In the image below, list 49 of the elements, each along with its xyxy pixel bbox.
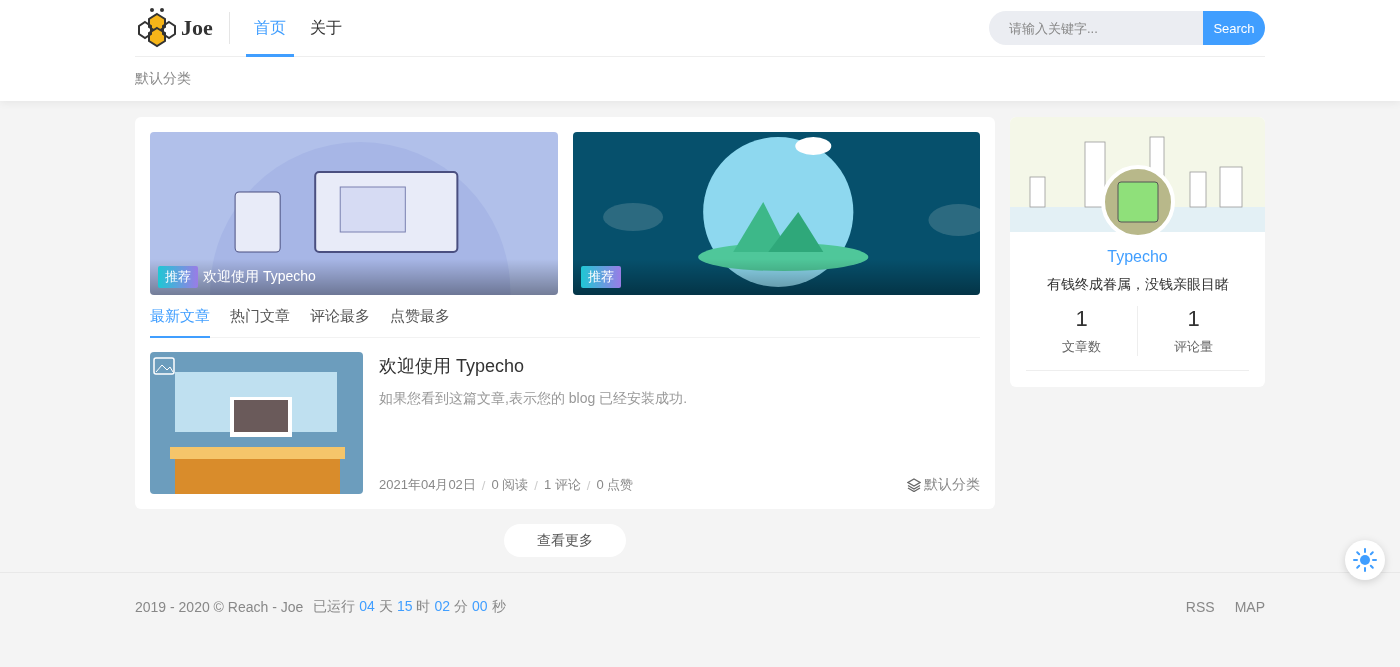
runtime-unit: 时 xyxy=(416,598,431,616)
article-meta: 2021年04月02日 xyxy=(379,476,476,494)
runtime-value: 02 xyxy=(434,598,451,616)
footer-link[interactable]: RSS xyxy=(1185,599,1215,615)
article-meta: 0 点赞 xyxy=(596,476,634,494)
banner-title: 欢迎使用 Typecho xyxy=(203,268,316,286)
recommend-tag: 推荐 xyxy=(580,266,621,288)
author-name[interactable]: Typecho xyxy=(1010,248,1265,266)
search-field[interactable]: 请输入关键字... xyxy=(989,11,1203,45)
stat-value: 1 xyxy=(1187,306,1200,332)
runtime-value: 04 xyxy=(359,598,375,616)
meta-separator: / xyxy=(586,477,591,493)
list-tab[interactable]: 评论最多 xyxy=(310,299,370,338)
footer-link[interactable]: MAP xyxy=(1234,599,1265,615)
list-tab[interactable]: 热门文章 xyxy=(230,299,290,338)
search-button[interactable]: Search xyxy=(1203,11,1265,45)
article-title[interactable]: 欢迎使用 Typecho xyxy=(379,354,980,378)
article-meta: 1 评论 xyxy=(543,476,581,494)
runtime-unit: 秒 xyxy=(491,598,506,616)
theme-toggle-button[interactable] xyxy=(1345,540,1385,580)
category-link[interactable]: 默认分类 xyxy=(924,476,980,494)
runtime-label: 已运行 xyxy=(313,598,356,616)
category-link[interactable]: 默认分类 xyxy=(135,70,191,88)
desk-illustration[interactable] xyxy=(150,352,363,494)
copyright-text: 2019 - 2020 © Reach - Joe xyxy=(135,599,304,615)
stat-value: 1 xyxy=(1075,306,1088,332)
runtime-value: 00 xyxy=(472,598,488,616)
meta-separator: / xyxy=(481,477,486,493)
list-tab[interactable]: 点赞最多 xyxy=(390,299,450,338)
runtime-unit: 天 xyxy=(378,598,393,616)
stat-label: 文章数 xyxy=(1062,338,1101,356)
nav-link[interactable]: 关于 xyxy=(301,0,350,57)
nav-link[interactable]: 首页 xyxy=(245,0,294,57)
list-tab[interactable]: 最新文章 xyxy=(150,299,210,338)
meta-separator: / xyxy=(534,477,538,493)
logo-text: Joe xyxy=(181,15,213,41)
runtime-unit: 分 xyxy=(454,598,469,616)
author-motto: 有钱终成眷属，没钱亲眼目睹 xyxy=(1045,276,1230,294)
sun-icon xyxy=(1353,548,1377,572)
load-more-button[interactable]: 查看更多 xyxy=(504,524,626,557)
article-meta: 0 阅读 xyxy=(491,476,529,494)
bee-logo-icon xyxy=(135,6,179,50)
layers-icon xyxy=(907,478,921,492)
featured-banner[interactable]: 推荐 欢迎使用 Typecho xyxy=(150,132,558,295)
recommend-tag: 推荐 xyxy=(158,266,198,288)
featured-banner[interactable]: 推荐 xyxy=(572,132,980,295)
runtime-value: 15 xyxy=(396,598,413,616)
article-excerpt: 如果您看到这篇文章,表示您的 blog 已经安装成功. xyxy=(379,390,689,408)
stat-label: 评论量 xyxy=(1174,338,1213,356)
